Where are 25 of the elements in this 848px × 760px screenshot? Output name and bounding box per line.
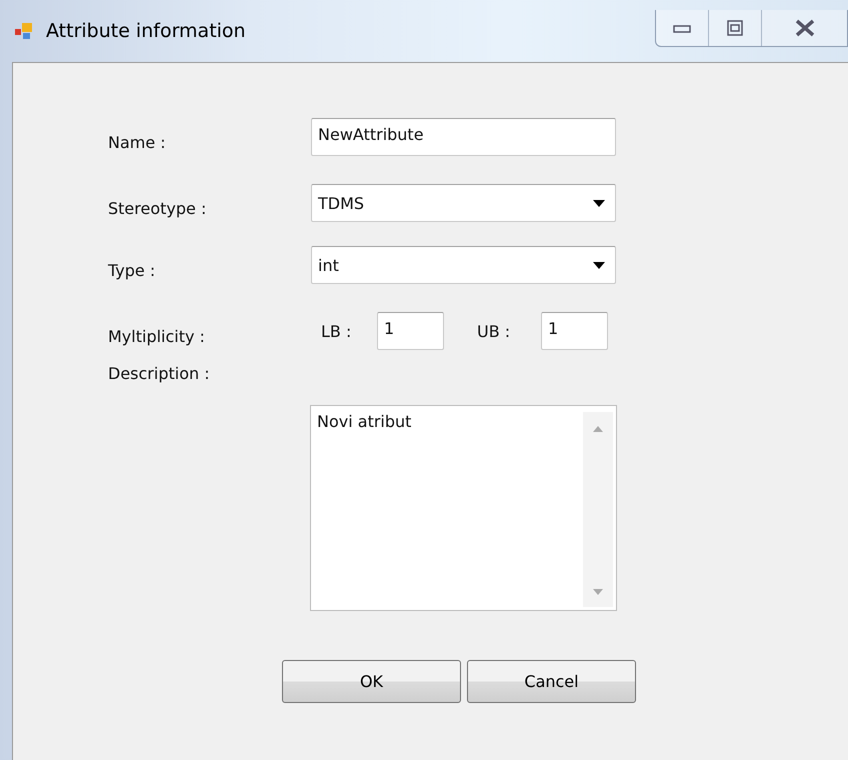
text-field[interactable]: 1 [377,312,444,350]
field-label: LB : [320,322,352,340]
maximize-icon [727,20,743,36]
text-area[interactable]: Novi atribut [310,405,617,611]
minimize-icon [673,23,691,33]
text-field[interactable]: 1 [541,312,608,350]
text-field[interactable]: NewAttribute [311,118,616,156]
dropdown-arrow-icon [593,200,605,206]
app-icon [14,22,34,40]
field-label: UB : [476,322,512,340]
dropdown[interactable]: TDMS [311,184,616,222]
close-icon [794,19,816,37]
scrollbar[interactable] [583,412,613,607]
field-label: Description : [108,364,211,383]
field-label: Type : [108,260,156,280]
cancel-button[interactable]: Cancel [467,660,636,703]
scroll-down-icon [593,589,603,595]
window-title: Attribute information [46,20,246,42]
dropdown-arrow-icon [593,262,605,268]
field-label: Myltiplicity : [108,326,206,346]
dropdown[interactable]: int [311,246,616,284]
ok-button[interactable]: OK [282,660,461,703]
scroll-up-icon [593,426,603,432]
field-label: Name : [108,132,167,152]
field-label: Stereotype : [108,198,208,218]
